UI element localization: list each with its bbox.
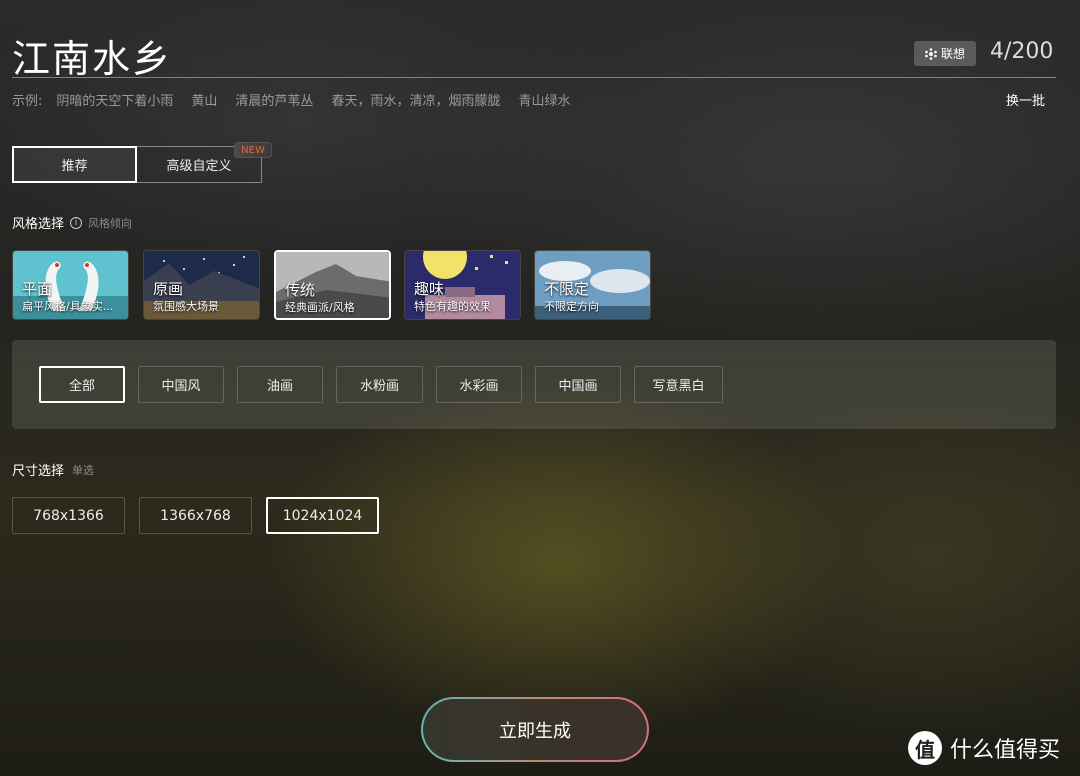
sub-style-chip-chinese-painting[interactable]: 中国画 [535,366,621,403]
input-underline [12,77,1056,78]
example-item[interactable]: 春天，雨水，清凉，烟雨朦胧 [331,90,500,109]
example-item[interactable]: 黄山 [191,90,217,109]
style-card-concept-art[interactable]: 原画 氛围感大场景 [143,250,260,320]
sub-style-chip-ink-freehand[interactable]: 写意黑白 [634,366,723,403]
style-section-subtitle: 风格倾向 [88,216,133,230]
associate-icon [925,47,937,60]
style-card-flat[interactable]: 平面 扁平风格/具象实... [12,250,129,320]
style-section-title: 风格选择 [12,217,65,232]
size-option-768x1366[interactable]: 768x1366 [12,497,125,534]
tab-recommended[interactable]: 推荐 [12,146,137,183]
style-card-fun[interactable]: 趣味 特色有趣的效果 [404,250,521,320]
size-section-title: 尺寸选择 [12,464,65,479]
example-item[interactable]: 阴暗的天空下着小雨 [56,90,173,109]
sub-style-chip-all[interactable]: 全部 [39,366,125,403]
style-card-desc: 不限定方向 [544,300,599,313]
watermark: 值 什么值得买 [908,731,1060,765]
style-card-name: 不限定 [544,280,590,298]
size-section-subtitle: 单选 [72,463,95,477]
example-item[interactable]: 清晨的芦苇丛 [235,90,313,109]
sub-style-chip-oil[interactable]: 油画 [237,366,323,403]
examples-row: 示例: 阴暗的天空下着小雨 黄山 清晨的芦苇丛 春天，雨水，清凉，烟雨朦胧 青山… [12,90,588,109]
style-card-traditional[interactable]: 传统 经典画派/风格 [274,250,391,320]
refresh-examples-button[interactable]: 换一批 [1006,90,1045,109]
size-option-1366x768[interactable]: 1366x768 [139,497,252,534]
style-section-header: 风格选择 i 风格倾向 [12,213,132,232]
mode-tabs: 推荐 高级自定义 [12,146,262,183]
style-card-name: 传统 [285,281,316,299]
watermark-text: 什么值得买 [950,738,1061,763]
size-option-1024x1024[interactable]: 1024x1024 [266,497,379,534]
style-card-name: 平面 [22,280,53,298]
size-section-header: 尺寸选择 单选 [12,460,95,480]
smzdm-logo-icon: 值 [908,731,942,765]
char-counter: 4/200 [990,39,1054,64]
generate-button[interactable]: 立即生成 [421,697,649,762]
style-card-unrestricted[interactable]: 不限定 不限定方向 [534,250,651,320]
associate-label: 联想 [940,47,965,61]
associate-button[interactable]: 联想 [914,41,976,66]
example-item[interactable]: 青山绿水 [518,90,570,109]
style-card-desc: 氛围感大场景 [153,300,219,313]
style-card-desc: 经典画派/风格 [285,301,355,314]
sub-style-chip-watercolor[interactable]: 水彩画 [436,366,522,403]
new-badge: NEW [234,142,272,158]
page-title: 江南水乡 [12,37,173,81]
sub-style-chip-chinese[interactable]: 中国风 [138,366,224,403]
style-card-name: 原画 [153,280,184,298]
examples-label: 示例: [12,94,43,109]
style-card-desc: 扁平风格/具象实... [22,300,114,313]
style-card-name: 趣味 [414,280,445,298]
info-icon[interactable]: i [70,216,83,229]
sub-style-chip-gouache[interactable]: 水粉画 [336,366,423,403]
style-card-desc: 特色有趣的效果 [414,300,491,313]
